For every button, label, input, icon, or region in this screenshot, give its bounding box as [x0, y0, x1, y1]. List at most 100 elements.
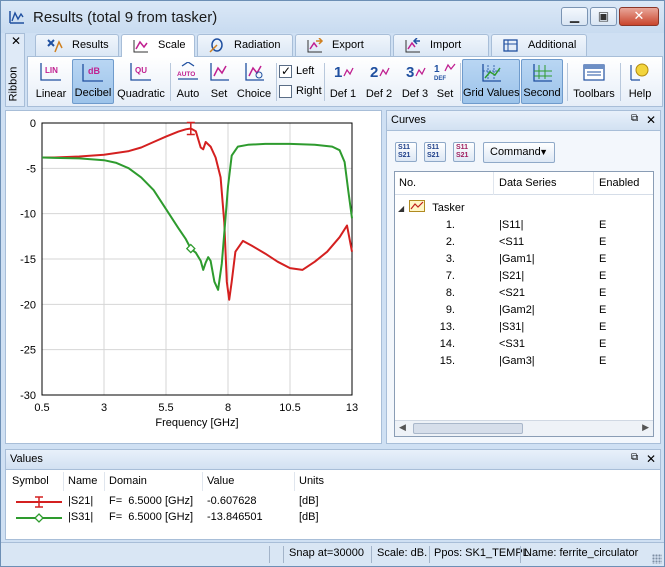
curve-enabled: E	[599, 219, 607, 231]
values-close-icon[interactable]: ✕	[646, 452, 656, 466]
set-scale-icon	[210, 63, 229, 81]
curve-data-series: <S31	[499, 338, 525, 350]
curve-row[interactable]: 13. |S31| E	[395, 321, 653, 338]
expand-triangle-icon[interactable]: ◢	[398, 204, 404, 213]
resize-grip-icon[interactable]	[652, 554, 662, 564]
pin-icon[interactable]: ⧉	[631, 114, 641, 124]
curves-tool-color-button[interactable]: S11 S21	[453, 142, 475, 162]
quadratic-scale-icon: QU	[130, 63, 151, 81]
x-tick-label: 5.5	[158, 402, 173, 414]
column-domain[interactable]: Domain	[109, 475, 147, 487]
color-icon-line2: S21	[456, 152, 469, 159]
grid-icon-line2: S21	[427, 152, 440, 159]
def2-icon: 2	[370, 64, 390, 81]
set-defaults-icon-text: DEF	[434, 76, 446, 82]
curve-row[interactable]: 2. <S11 E	[395, 236, 653, 253]
def1-button[interactable]: 1 Def 1	[326, 59, 360, 104]
second-grid-button[interactable]: Second	[521, 59, 563, 104]
left-checkbox-box[interactable]	[279, 64, 292, 78]
right-checkbox-box[interactable]	[279, 85, 292, 98]
def2-button[interactable]: 2 Def 2	[362, 59, 396, 104]
tab-import-label: Import	[430, 39, 462, 51]
column-symbol[interactable]: Symbol	[12, 475, 49, 487]
tasker-tree-node[interactable]: ◢ Tasker	[398, 200, 465, 216]
column-units[interactable]: Units	[299, 475, 324, 487]
column-name[interactable]: Name	[68, 475, 97, 487]
tab-export-label: Export	[332, 39, 364, 51]
grid-values-icon	[482, 64, 501, 82]
values-panel: Values ⧉ ✕ Symbol Name Domain Value Unit…	[5, 449, 661, 540]
def3-button[interactable]: 3 Def 3	[398, 59, 432, 104]
y-tick-label: -15	[20, 254, 36, 266]
tab-additional[interactable]: Additional	[491, 34, 587, 56]
set-defaults-button[interactable]: 1 DEF Set	[432, 59, 458, 104]
tab-results[interactable]: Results	[35, 34, 119, 56]
tab-import[interactable]: Import	[393, 34, 489, 56]
decibel-icon-text: dB	[88, 66, 100, 76]
status-separator	[269, 546, 270, 563]
curve-row[interactable]: 14. <S31 E	[395, 338, 653, 355]
y-tick-label: -10	[20, 209, 36, 221]
def3-icon: 3	[406, 64, 426, 81]
linear-button[interactable]: LIN Linear	[32, 59, 70, 104]
tab-scale[interactable]: Scale	[121, 34, 195, 57]
curves-tool-sort-button[interactable]: S11 S21	[395, 142, 417, 162]
curve-data-series: |Gam3|	[499, 355, 535, 367]
scroll-left-icon[interactable]: ◀	[399, 422, 406, 433]
command-dropdown[interactable]: Command ▼	[483, 142, 555, 163]
scroll-right-icon[interactable]: ▶	[642, 422, 649, 433]
quadratic-button[interactable]: QU Quadratic	[116, 59, 166, 104]
curves-close-icon[interactable]: ✕	[646, 113, 656, 127]
column-no[interactable]: No.	[399, 177, 416, 189]
decibel-button[interactable]: dB Decibel	[72, 59, 114, 104]
toolbars-button[interactable]: Toolbars	[571, 59, 617, 104]
column-enabled[interactable]: Enabled	[599, 177, 639, 189]
curve-row[interactable]: 8. <S21 E	[395, 287, 653, 304]
chart-grid	[41, 122, 353, 396]
ribbon-separator	[620, 63, 621, 101]
values-row-s31[interactable]: |S31| F= 6.5000 [GHz] -13.846501 [dB]	[6, 511, 660, 526]
x-axis: 0.5 3 5.5 8 10.5 13	[34, 402, 358, 414]
values-row-s21[interactable]: |S21| F= 6.5000 [GHz] -0.607628 [dB]	[6, 495, 660, 510]
curves-horizontal-scrollbar[interactable]: ◀ ▶	[395, 420, 653, 436]
y-tick-label: -20	[20, 299, 36, 311]
curve-row[interactable]: 3. |Gam1| E	[395, 253, 653, 270]
curve-data-series: <S11	[499, 236, 525, 248]
set-scale-button[interactable]: Set	[205, 59, 233, 104]
tab-radiation[interactable]: Radiation	[197, 34, 293, 56]
ribbon-close-icon[interactable]: ✕	[11, 34, 21, 48]
minimize-icon: ▁	[569, 9, 580, 23]
curves-tool-grid-button[interactable]: S11 S21	[424, 142, 446, 162]
column-data-series[interactable]: Data Series	[499, 177, 556, 189]
quadratic-icon-text: QU	[135, 66, 147, 75]
radiation-tab-icon	[209, 38, 223, 53]
right-checkbox-label: Right	[296, 85, 322, 97]
plot-panel[interactable]: 0 -5 -10 -15 -20 -25 -30 0.5 3 5.5 8 10.5 13 Freque…	[5, 110, 382, 444]
curve-row[interactable]: 15. |Gam3| E	[395, 355, 653, 372]
help-button[interactable]: Help	[623, 59, 657, 104]
grid-values-button[interactable]: Grid Values	[462, 59, 520, 104]
s-parameter-chart[interactable]: 0 -5 -10 -15 -20 -25 -30 0.5 3 5.5 8 10.5 13 Freque…	[6, 111, 383, 445]
maximize-button[interactable]: ▣	[590, 7, 617, 26]
value-units: [dB]	[299, 495, 319, 507]
scroll-thumb[interactable]	[413, 423, 523, 434]
curve-row[interactable]: 1. |S11| E	[395, 219, 653, 236]
column-divider	[202, 472, 203, 491]
auto-button[interactable]: AUTO Auto	[173, 59, 203, 104]
column-divider	[493, 172, 494, 195]
ribbon-side-bar: ✕ Ribbon	[5, 33, 25, 107]
curve-row[interactable]: 9. |Gam2| E	[395, 304, 653, 321]
pin-icon[interactable]: ⧉	[631, 453, 641, 463]
x-tick-label: 13	[346, 402, 358, 414]
choice-scale-icon	[245, 63, 264, 81]
close-button[interactable]: ✕	[619, 7, 659, 26]
curve-number: 7.	[445, 270, 455, 282]
curve-data-series: <S21	[499, 287, 525, 299]
curve-row[interactable]: 7. |S21| E	[395, 270, 653, 287]
column-value[interactable]: Value	[207, 475, 234, 487]
def2-label: Def 2	[365, 88, 393, 100]
choice-button[interactable]: Choice	[235, 59, 273, 104]
tab-export[interactable]: Export	[295, 34, 391, 56]
chart-markers	[185, 121, 196, 254]
minimize-button[interactable]: ▁	[561, 7, 588, 26]
